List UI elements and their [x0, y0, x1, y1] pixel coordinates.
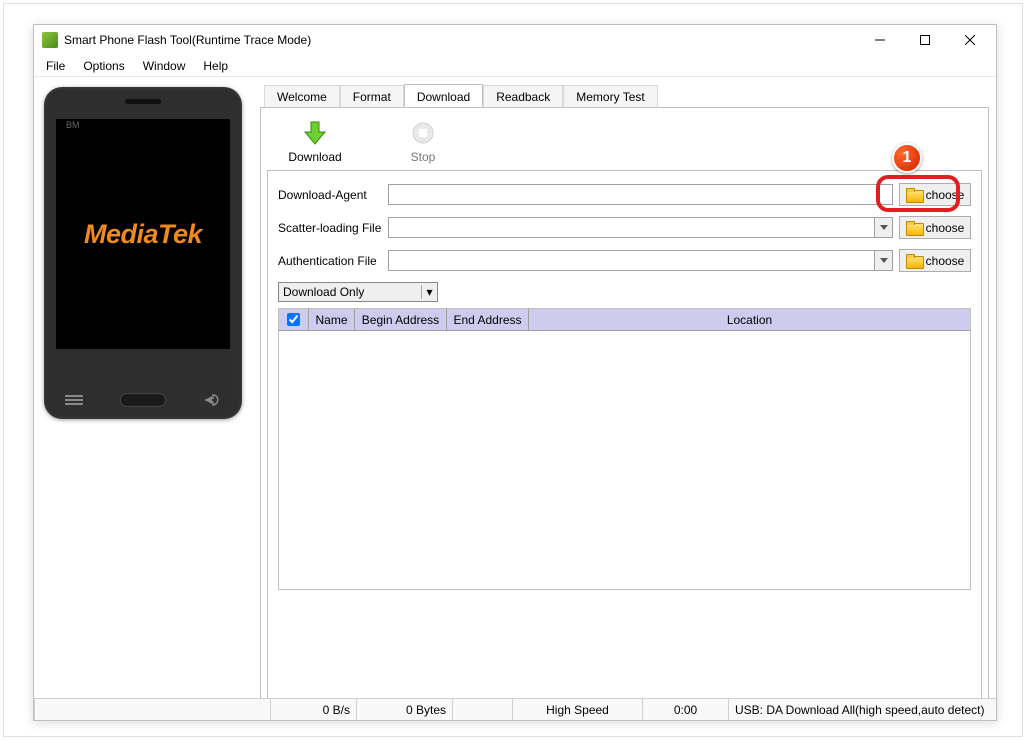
download-mode-value: Download Only [283, 285, 364, 299]
home-hw-button [120, 393, 166, 407]
phone-brand-label: MediaTek [84, 219, 202, 250]
tab-welcome[interactable]: Welcome [264, 85, 340, 108]
status-bytes: 0 Bytes [356, 699, 452, 720]
scatter-file-combo[interactable] [388, 217, 893, 238]
tabstrip: Welcome Format Download Readback Memory … [260, 84, 989, 108]
stop-icon [408, 118, 438, 148]
column-header-name[interactable]: Name [309, 309, 355, 330]
app-icon [42, 32, 58, 48]
download-arrow-icon [300, 118, 330, 148]
stop-button-label: Stop [411, 150, 436, 164]
download-mode-combo[interactable]: Download Only ▾ [278, 282, 438, 302]
tab-memory-test[interactable]: Memory Test [563, 85, 657, 108]
auth-file-label: Authentication File [278, 254, 382, 268]
tab-panel-download: Download Stop Download-Agent [260, 108, 989, 708]
column-header-checkbox[interactable] [279, 309, 309, 330]
menu-file[interactable]: File [38, 57, 73, 75]
phone-illustration: BM MediaTek [44, 87, 242, 419]
app-window: Smart Phone Flash Tool(Runtime Trace Mod… [33, 24, 997, 721]
stop-button[interactable]: Stop [393, 118, 453, 164]
status-usb: USB: DA Download All(high speed,auto det… [728, 699, 996, 720]
menu-options[interactable]: Options [75, 57, 132, 75]
download-agent-label: Download-Agent [278, 188, 382, 202]
scatter-file-label: Scatter-loading File [278, 221, 382, 235]
partition-table: Name Begin Address End Address Location [278, 308, 971, 590]
sidebar: BM MediaTek [34, 77, 260, 698]
status-time: 0:00 [642, 699, 728, 720]
menubar: File Options Window Help [34, 55, 996, 77]
window-title: Smart Phone Flash Tool(Runtime Trace Mod… [64, 33, 311, 47]
statusbar: 0 B/s 0 Bytes High Speed 0:00 USB: DA Do… [34, 698, 996, 720]
menu-help[interactable]: Help [195, 57, 236, 75]
column-header-location[interactable]: Location [529, 309, 970, 330]
folder-icon [906, 254, 922, 267]
download-agent-input[interactable] [388, 184, 893, 205]
folder-icon [906, 188, 922, 201]
annotation-badge-1: 1 [892, 143, 922, 173]
menu-window[interactable]: Window [135, 57, 194, 75]
maximize-button[interactable] [902, 26, 947, 54]
status-speed: 0 B/s [270, 699, 356, 720]
chevron-down-icon: ▾ [421, 285, 437, 299]
folder-icon [906, 221, 922, 234]
auth-file-combo[interactable] [388, 250, 893, 271]
tab-download[interactable]: Download [404, 84, 483, 107]
tab-format[interactable]: Format [340, 85, 404, 108]
phone-bm-label: BM [66, 120, 80, 130]
column-header-begin-address[interactable]: Begin Address [355, 309, 447, 330]
menu-hw-icon [59, 393, 89, 407]
select-all-checkbox[interactable] [287, 313, 300, 326]
choose-label: choose [926, 254, 965, 268]
status-mode: High Speed [512, 699, 642, 720]
chevron-down-icon [874, 218, 892, 237]
column-header-end-address[interactable]: End Address [447, 309, 529, 330]
auth-file-choose-button[interactable]: choose [899, 249, 971, 272]
choose-label: choose [926, 221, 965, 235]
close-button[interactable] [947, 26, 992, 54]
download-button[interactable]: Download [285, 118, 345, 164]
chevron-down-icon [874, 251, 892, 270]
minimize-button[interactable] [857, 26, 902, 54]
download-agent-choose-button[interactable]: choose [899, 183, 971, 206]
tab-readback[interactable]: Readback [483, 85, 563, 108]
back-hw-icon [197, 393, 227, 407]
titlebar: Smart Phone Flash Tool(Runtime Trace Mod… [34, 25, 996, 55]
choose-label: choose [926, 188, 965, 202]
scatter-file-choose-button[interactable]: choose [899, 216, 971, 239]
download-button-label: Download [288, 150, 341, 164]
